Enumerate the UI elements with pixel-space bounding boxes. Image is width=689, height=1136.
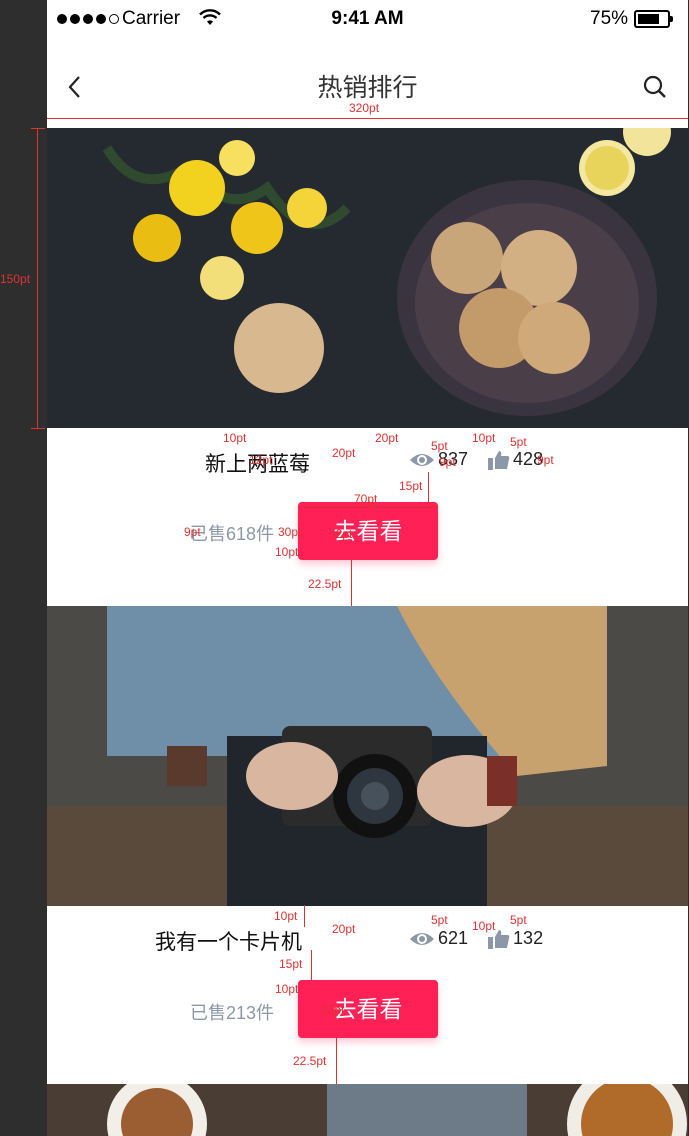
annotation: 12pt bbox=[329, 527, 353, 541]
annotation: 15pt bbox=[399, 479, 423, 493]
product-image-food[interactable] bbox=[47, 1084, 688, 1136]
annotation: 30pt bbox=[278, 525, 302, 539]
annotation: 5pt bbox=[431, 439, 448, 453]
annotation: 20pt bbox=[332, 446, 356, 460]
phone-screen: Carrier 9:41 AM 75% 热销排行 320pt 新上两蓝莓 837… bbox=[47, 0, 688, 1136]
page-title: 热销排行 bbox=[317, 74, 418, 102]
battery-icon bbox=[634, 10, 673, 28]
product-image-camera[interactable] bbox=[47, 606, 688, 906]
annotation: 10pt bbox=[472, 919, 496, 933]
view-count: 621 bbox=[438, 928, 469, 948]
annotation-line bbox=[336, 1038, 337, 1084]
search-icon[interactable] bbox=[642, 74, 668, 100]
battery-percent: 75% bbox=[590, 8, 629, 29]
sold-count: 已售618件 bbox=[190, 524, 275, 544]
annotation-line bbox=[428, 472, 429, 502]
annotation: 12pt bbox=[321, 1003, 345, 1017]
annotation: 9pt bbox=[439, 455, 456, 469]
sold-count: 已售213件 bbox=[190, 1003, 275, 1023]
image-height-label: 150pt bbox=[0, 272, 31, 286]
like-count: 132 bbox=[513, 928, 544, 948]
annotation: 70pt bbox=[354, 492, 378, 506]
annotation-line bbox=[351, 560, 352, 606]
annotation: 10pt bbox=[275, 545, 299, 559]
annotation: 5pt bbox=[510, 435, 527, 449]
annotation: 5pt bbox=[510, 913, 527, 927]
annotation: 20pt bbox=[375, 431, 399, 445]
annotation: 10pt bbox=[223, 431, 247, 445]
width-dimension-label: 320pt bbox=[349, 101, 380, 115]
annotation: 12pt bbox=[249, 453, 273, 467]
annotation: 15pt bbox=[279, 957, 303, 971]
product-image-cookies[interactable] bbox=[47, 128, 688, 428]
annotation: 22.5pt bbox=[293, 1054, 327, 1068]
status-bar: Carrier 9:41 AM 75% bbox=[47, 0, 688, 40]
annotation: 10pt bbox=[275, 982, 299, 996]
annotation: 5pt bbox=[431, 913, 448, 927]
annotation: 22.5pt bbox=[308, 577, 342, 591]
annotation-line bbox=[304, 905, 305, 927]
annotation: 9pt bbox=[184, 525, 201, 539]
annotation: 20pt bbox=[332, 922, 356, 936]
annotation: 10pt bbox=[472, 431, 496, 445]
view-button[interactable]: 去看看 bbox=[298, 502, 438, 560]
thumbs-up-icon bbox=[488, 450, 510, 470]
view-button[interactable]: 去看看 bbox=[298, 980, 438, 1038]
item-stats: 837 428 bbox=[409, 449, 543, 470]
item-title: 我有一个卡片机 bbox=[155, 931, 302, 954]
nav-bar: 热销排行 320pt bbox=[47, 40, 688, 128]
canvas-gutter bbox=[0, 0, 47, 1136]
annotation-line bbox=[298, 506, 438, 507]
image-height-line bbox=[37, 128, 38, 428]
annotation: 10pt bbox=[274, 909, 298, 923]
width-dimension-line bbox=[47, 118, 688, 119]
annotation-line bbox=[311, 950, 312, 980]
eye-icon bbox=[410, 932, 434, 945]
annotation: 9pt bbox=[537, 453, 554, 467]
